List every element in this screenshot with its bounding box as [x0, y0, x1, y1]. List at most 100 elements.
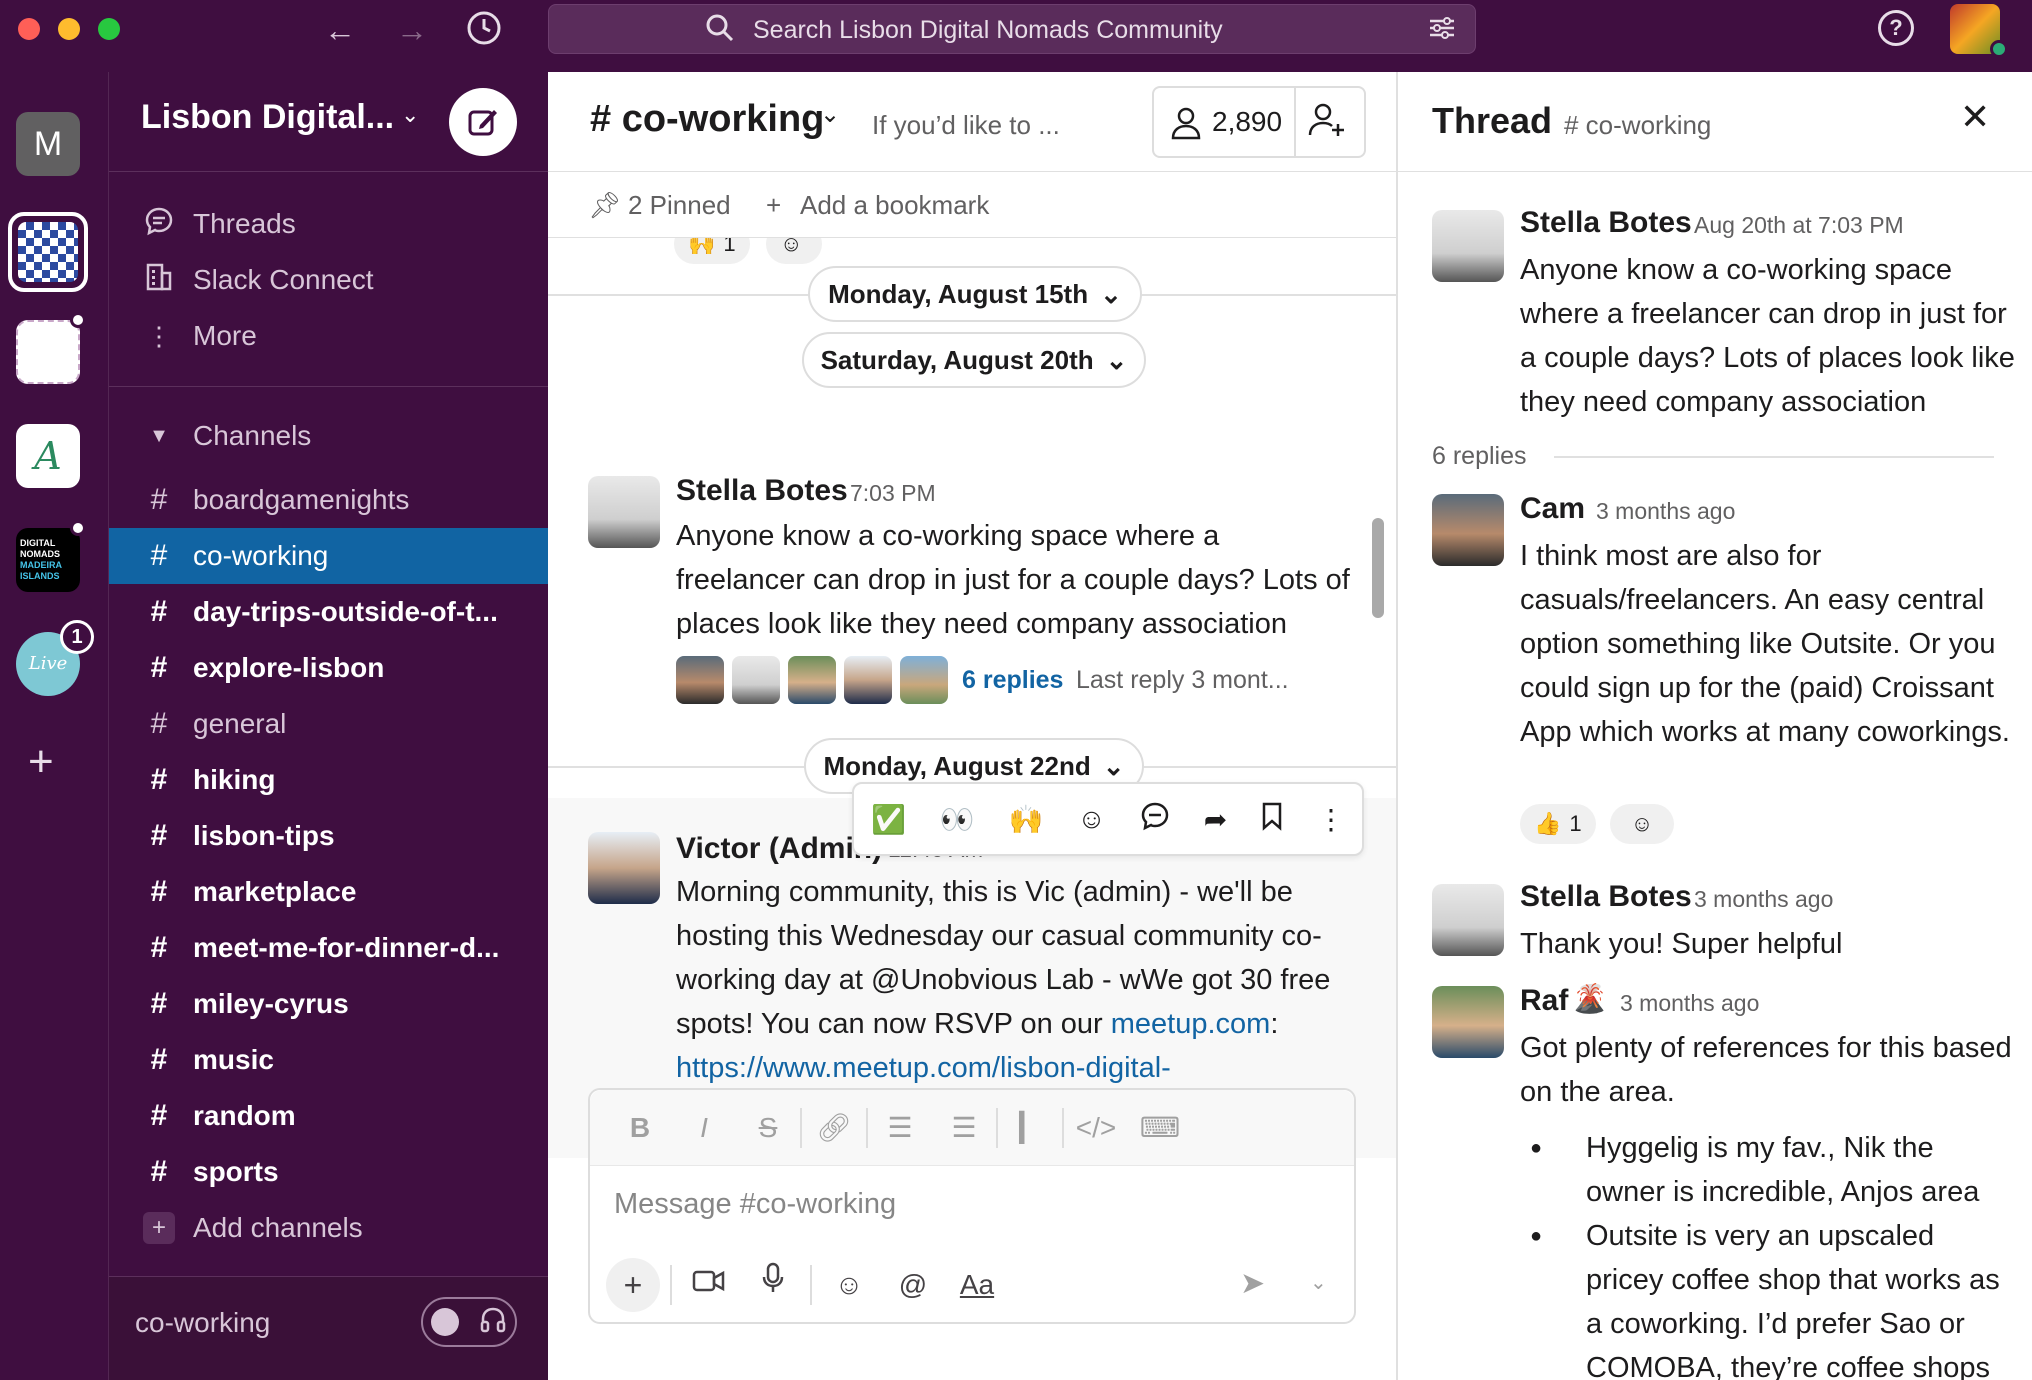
- nav-threads[interactable]: Threads: [137, 202, 296, 246]
- sidebar-item-co-working[interactable]: # co-working: [109, 528, 549, 584]
- add-channels-button[interactable]: + Add channels: [109, 1200, 549, 1256]
- avatar[interactable]: [1432, 986, 1504, 1058]
- sidebar-item-boardgamenights[interactable]: # boardgamenights: [109, 472, 549, 528]
- message-timestamp[interactable]: Aug 20th at 7:03 PM: [1694, 212, 1904, 239]
- search-filter-icon[interactable]: [1427, 13, 1457, 50]
- channel-view: # co-working ⌄ If you’d like to ... 2,89…: [548, 72, 1396, 1380]
- message-sender[interactable]: Cam: [1520, 492, 1585, 526]
- more-actions-icon[interactable]: ⋮: [1317, 803, 1345, 836]
- eyes-reaction-icon[interactable]: 👀: [940, 803, 975, 836]
- ordered-list-icon[interactable]: ☰: [868, 1111, 932, 1144]
- formatting-toggle-icon[interactable]: Aa: [950, 1258, 1004, 1312]
- strikethrough-icon[interactable]: S: [736, 1112, 800, 1144]
- link-icon[interactable]: 🔗︎: [802, 1111, 866, 1144]
- workspace-ab[interactable]: A: [16, 424, 80, 488]
- share-icon[interactable]: ➦: [1204, 803, 1227, 836]
- thread-channel[interactable]: # co-working: [1564, 110, 1711, 141]
- mention-icon[interactable]: @: [886, 1258, 940, 1312]
- microphone-icon[interactable]: [746, 1258, 800, 1312]
- sidebar-item-explore-lisbon[interactable]: # explore-lisbon: [109, 640, 549, 696]
- blockquote-icon[interactable]: ▎: [998, 1111, 1062, 1144]
- add-person-icon[interactable]: [1308, 102, 1346, 146]
- nav-slack-connect[interactable]: Slack Connect: [137, 258, 374, 302]
- channel-topic[interactable]: If you’d like to ...: [872, 110, 1060, 141]
- chevron-down-icon[interactable]: ⌄: [820, 100, 840, 129]
- add-reaction-icon[interactable]: ☺: [1077, 803, 1106, 835]
- reply-avatars[interactable]: [676, 656, 948, 704]
- sidebar-item-marketplace[interactable]: # marketplace: [109, 864, 549, 920]
- message-timestamp[interactable]: 7:03 PM: [850, 480, 936, 507]
- reply-in-thread-icon[interactable]: [1140, 801, 1170, 838]
- bookmark-icon[interactable]: [1261, 801, 1283, 838]
- emoji-icon[interactable]: ☺: [822, 1258, 876, 1312]
- add-reaction-icon[interactable]: ☺: [1610, 804, 1674, 844]
- sidebar-item-sports[interactable]: # sports: [109, 1144, 549, 1200]
- bold-icon[interactable]: B: [608, 1112, 672, 1144]
- reaction-thumbs-up[interactable]: 👍 1: [1520, 804, 1596, 844]
- italic-icon[interactable]: I: [672, 1112, 736, 1144]
- bulleted-list-icon[interactable]: ☰: [932, 1111, 996, 1144]
- message-sender[interactable]: Raf: [1520, 984, 1568, 1018]
- raised-hands-reaction-icon[interactable]: 🙌: [1009, 803, 1044, 836]
- date-pill[interactable]: Saturday, August 20th ⌄: [802, 332, 1146, 388]
- message-sender[interactable]: Stella Botes: [1520, 880, 1692, 914]
- compose-button[interactable]: [449, 88, 517, 156]
- checkmark-reaction-icon[interactable]: ✅: [871, 803, 906, 836]
- message-sender[interactable]: Stella Botes: [676, 474, 848, 508]
- add-workspace-button[interactable]: +: [28, 740, 54, 784]
- workspace-madeira[interactable]: DIGITAL NOMADS MADEIRA ISLANDS: [16, 528, 80, 592]
- chevron-down-icon[interactable]: ⌄: [1310, 1270, 1327, 1295]
- workspace-name[interactable]: Lisbon Digital...: [141, 98, 394, 137]
- avatar[interactable]: [588, 476, 660, 548]
- close-window-button[interactable]: [18, 18, 40, 40]
- sidebar-item-miley-cyrus[interactable]: # miley-cyrus: [109, 976, 549, 1032]
- close-icon[interactable]: ✕: [1960, 96, 1990, 138]
- nav-more[interactable]: ⋮ More: [137, 314, 257, 358]
- section-label: Channels: [193, 420, 312, 451]
- add-bookmark-link[interactable]: Add a bookmark: [800, 190, 989, 221]
- scrollbar[interactable]: [1372, 518, 1384, 618]
- sidebar-item-random[interactable]: # random: [109, 1088, 549, 1144]
- video-icon[interactable]: [682, 1258, 736, 1312]
- replies-link[interactable]: 6 replies: [962, 666, 1063, 695]
- message-timestamp[interactable]: 3 months ago: [1596, 498, 1735, 525]
- message-timestamp[interactable]: 3 months ago: [1620, 990, 1759, 1017]
- message-input[interactable]: Message #co-working: [614, 1188, 896, 1221]
- channels-section-header[interactable]: ▼ Channels: [137, 420, 311, 452]
- history-clock-icon[interactable]: [464, 10, 504, 50]
- sidebar-item-day-trips[interactable]: # day-trips-outside-of-t...: [109, 584, 549, 640]
- chevron-down-icon[interactable]: ⌄: [401, 102, 419, 128]
- minimize-window-button[interactable]: [58, 18, 80, 40]
- search-bar[interactable]: Search Lisbon Digital Nomads Community: [548, 4, 1476, 54]
- avatar[interactable]: [1432, 494, 1504, 566]
- attach-plus-icon[interactable]: +: [606, 1258, 660, 1312]
- avatar[interactable]: [1432, 210, 1504, 282]
- send-icon[interactable]: ➤: [1240, 1266, 1265, 1301]
- meetup-link[interactable]: meetup.com: [1111, 1008, 1271, 1040]
- code-block-icon[interactable]: ⌨: [1128, 1111, 1192, 1144]
- avatar[interactable]: [588, 832, 660, 904]
- members-button[interactable]: 2,890: [1152, 86, 1366, 158]
- help-icon[interactable]: ?: [1878, 10, 1914, 46]
- workspace-m[interactable]: M: [16, 112, 80, 176]
- workspace-lisbon-digital-nomads[interactable]: [8, 212, 88, 292]
- maximize-window-button[interactable]: [98, 18, 120, 40]
- huddle-toggle[interactable]: [421, 1297, 517, 1347]
- sidebar-item-music[interactable]: # music: [109, 1032, 549, 1088]
- forward-arrow-icon[interactable]: →: [392, 10, 432, 50]
- message-sender[interactable]: Stella Botes: [1520, 206, 1692, 240]
- sidebar-item-lisbon-tips[interactable]: # lisbon-tips: [109, 808, 549, 864]
- workspace-digital-business-manager[interactable]: [16, 320, 80, 384]
- channel-title[interactable]: # co-working: [590, 98, 824, 141]
- avatar[interactable]: [1432, 884, 1504, 956]
- code-icon[interactable]: </>: [1064, 1112, 1128, 1144]
- pinned-link[interactable]: 2 Pinned: [628, 190, 731, 221]
- date-pill[interactable]: Monday, August 15th ⌄: [808, 266, 1142, 322]
- sidebar-item-general[interactable]: # general: [109, 696, 549, 752]
- back-arrow-icon[interactable]: ←: [320, 10, 360, 50]
- add-reaction-icon[interactable]: ☺: [766, 238, 822, 264]
- reaction-raised-hands[interactable]: 🙌 1: [674, 238, 750, 264]
- message-timestamp[interactable]: 3 months ago: [1694, 886, 1833, 913]
- sidebar-item-hiking[interactable]: # hiking: [109, 752, 549, 808]
- sidebar-item-meet-me-for-dinner[interactable]: # meet-me-for-dinner-d...: [109, 920, 549, 976]
